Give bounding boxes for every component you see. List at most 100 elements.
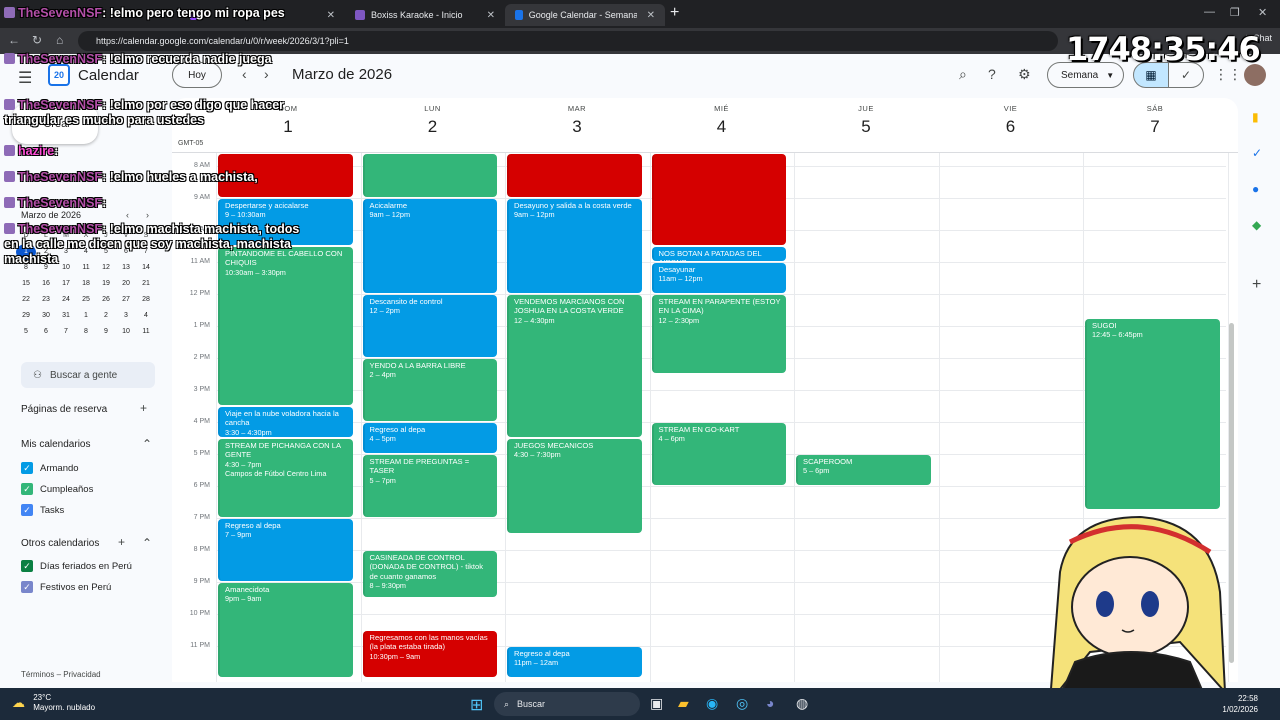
keep-icon[interactable]: ▮ xyxy=(1252,110,1259,124)
mini-day[interactable]: 9 xyxy=(96,324,116,340)
mini-day[interactable]: 5 xyxy=(16,324,36,340)
mini-day[interactable]: 24 xyxy=(56,292,76,308)
day-header[interactable]: MAR 3 xyxy=(505,98,649,152)
calendar-event[interactable] xyxy=(651,154,786,245)
day-number[interactable]: 2 xyxy=(361,117,505,137)
mini-day[interactable]: 2 xyxy=(96,308,116,324)
mini-day[interactable]: 28 xyxy=(136,292,156,308)
mini-day[interactable]: 11 xyxy=(136,324,156,340)
calendar-list-item[interactable]: ✓ Días feriados en Perú xyxy=(21,560,132,572)
calendar-list-item[interactable]: ✓ Armando xyxy=(21,462,79,474)
calendar-event[interactable]: Regreso al depa 7 – 9pm xyxy=(218,518,353,581)
system-clock[interactable]: 22:58 1/02/2026 xyxy=(1222,693,1258,715)
add-other-calendar-icon[interactable]: + xyxy=(118,535,125,549)
contacts-icon[interactable]: ● xyxy=(1252,182,1259,196)
back-icon[interactable]: ← xyxy=(8,33,20,47)
help-icon[interactable]: ? xyxy=(988,66,996,82)
day-header[interactable]: LUN 2 xyxy=(361,98,505,152)
new-tab-icon[interactable]: + xyxy=(670,4,679,22)
mini-day[interactable]: 30 xyxy=(36,308,56,324)
weather-widget[interactable]: ☁ 23°C Mayorm. nublado xyxy=(12,693,95,713)
mini-day[interactable]: 4 xyxy=(136,308,156,324)
calendar-event[interactable]: STREAM DE PREGUNTAS = TASER 5 – 7pm xyxy=(362,454,497,517)
main-menu-icon[interactable]: ☰ xyxy=(18,68,32,88)
calendar-event[interactable]: Desayunar 11am – 12pm xyxy=(651,262,786,293)
search-people-input[interactable]: ⚇ Buscar a gente xyxy=(21,362,155,388)
day-number[interactable]: 7 xyxy=(1083,117,1227,137)
close-tab-icon[interactable]: ✕ xyxy=(317,10,335,21)
taskbar-search[interactable]: ⌕ Buscar xyxy=(494,692,640,716)
app-icon[interactable]: ◍ xyxy=(796,695,808,712)
mini-day[interactable]: 29 xyxy=(16,308,36,324)
day-header[interactable]: MIÉ 4 xyxy=(650,98,794,152)
calendar-event[interactable]: SCAPEROOM 5 – 6pm xyxy=(796,454,931,485)
mini-day[interactable]: 6 xyxy=(36,324,56,340)
mini-day[interactable]: 27 xyxy=(116,292,136,308)
calendar-event[interactable]: VENDEMOS MARCIANOS CON JOSHUA EN LA COST… xyxy=(507,294,642,437)
calendar-event[interactable] xyxy=(362,154,497,197)
calendar-event[interactable]: YENDO A LA BARRA LIBRE 2 – 4pm xyxy=(362,358,497,421)
calendar-list-item[interactable]: ✓ Cumpleaños xyxy=(21,483,93,495)
mini-prev-icon[interactable]: ‹ xyxy=(126,210,129,220)
checkbox-icon[interactable]: ✓ xyxy=(21,483,33,495)
mini-day[interactable]: 8 xyxy=(76,324,96,340)
mini-day[interactable]: 20 xyxy=(116,276,136,292)
footer-links[interactable]: Términos – Privacidad xyxy=(21,670,101,679)
day-number[interactable]: 6 xyxy=(939,117,1083,137)
file-explorer-icon[interactable]: ▰ xyxy=(678,695,689,712)
discord-icon[interactable]: ◕ xyxy=(766,695,774,711)
calendar-event[interactable]: Regreso al depa 11pm – 12am xyxy=(507,646,642,677)
search-icon[interactable]: ⌕ xyxy=(959,66,967,83)
my-calendars-heading[interactable]: Mis calendarios xyxy=(21,439,90,450)
mini-day[interactable]: 25 xyxy=(76,292,96,308)
add-booking-page-icon[interactable]: + xyxy=(140,401,147,415)
mini-day[interactable]: 26 xyxy=(96,292,116,308)
mini-day[interactable]: 10 xyxy=(116,324,136,340)
url-input[interactable]: https://calendar.google.com/calendar/u/0… xyxy=(78,31,1058,51)
calendar-event[interactable]: Acicalarme 9am – 12pm xyxy=(362,198,497,293)
checkbox-icon[interactable]: ✓ xyxy=(21,560,33,572)
calendar-event[interactable]: CASINEADA DE CONTROL (DONADA DE CONTROL)… xyxy=(362,550,497,597)
calendar-event[interactable]: STREAM EN GO-KART 4 – 6pm xyxy=(651,422,786,485)
edge-icon[interactable]: ◉ xyxy=(706,695,718,712)
calendar-event[interactable]: JUEGOS MECANICOS 4:30 – 7:30pm xyxy=(507,438,642,533)
mini-next-icon[interactable]: › xyxy=(146,210,149,220)
add-addon-icon[interactable]: + xyxy=(1252,276,1261,294)
reload-icon[interactable]: ↻ xyxy=(32,33,42,47)
mini-day[interactable]: 1 xyxy=(76,308,96,324)
day-number[interactable]: 4 xyxy=(650,117,794,137)
calendar-event[interactable]: Amanecidota 9pm – 9am xyxy=(218,582,353,677)
task-view-icon[interactable]: ▣ xyxy=(650,695,663,712)
maximize-icon[interactable]: ❐ xyxy=(1230,6,1240,19)
checkbox-icon[interactable]: ✓ xyxy=(21,504,33,516)
day-header[interactable]: VIE 6 xyxy=(939,98,1083,152)
home-icon[interactable]: ⌂ xyxy=(56,33,63,47)
close-tab-icon[interactable]: ✕ xyxy=(477,10,495,21)
mini-day[interactable]: 3 xyxy=(116,308,136,324)
browser-icon[interactable]: ◎ xyxy=(736,695,748,712)
mini-day[interactable]: 19 xyxy=(96,276,116,292)
calendar-event[interactable]: Regresamos con las manos vacías (la plat… xyxy=(362,630,497,677)
calendar-list-item[interactable]: ✓ Festivos en Perú xyxy=(21,581,111,593)
calendar-event[interactable]: Descansito de control 12 – 2pm xyxy=(362,294,497,357)
chevron-up-icon[interactable]: ⌃ xyxy=(142,437,152,451)
calendar-list-item[interactable]: ✓ Tasks xyxy=(21,504,64,516)
google-apps-icon[interactable]: ⋮⋮ xyxy=(1214,66,1242,83)
calendar-event[interactable]: Desayuno y salida a la costa verde 9am – … xyxy=(507,198,642,293)
calendar-event[interactable]: STREAM EN PARAPENTE (ESTOY EN LA CIMA) 12… xyxy=(651,294,786,373)
close-window-icon[interactable]: ✕ xyxy=(1258,6,1267,19)
mini-day[interactable]: 31 xyxy=(56,308,76,324)
calendar-event[interactable]: Viaje en la nube voladora hacia la canch… xyxy=(218,406,353,437)
tab-karaoke[interactable]: Boxiss Karaoke - Inicio ✕ xyxy=(345,4,505,26)
other-calendars-heading[interactable]: Otros calendarios xyxy=(21,538,99,549)
calendar-event[interactable]: SUGOI 12:45 – 6:45pm xyxy=(1085,318,1220,509)
calendar-event[interactable] xyxy=(507,154,642,197)
day-number[interactable]: 3 xyxy=(505,117,649,137)
close-tab-icon[interactable]: ✕ xyxy=(637,10,655,21)
mini-day[interactable]: 17 xyxy=(56,276,76,292)
checkbox-icon[interactable]: ✓ xyxy=(21,462,33,474)
minimize-icon[interactable]: — xyxy=(1204,6,1215,18)
mini-day[interactable]: 16 xyxy=(36,276,56,292)
chevron-up-icon[interactable]: ⌃ xyxy=(142,536,152,550)
settings-gear-icon[interactable]: ⚙ xyxy=(1018,66,1031,83)
